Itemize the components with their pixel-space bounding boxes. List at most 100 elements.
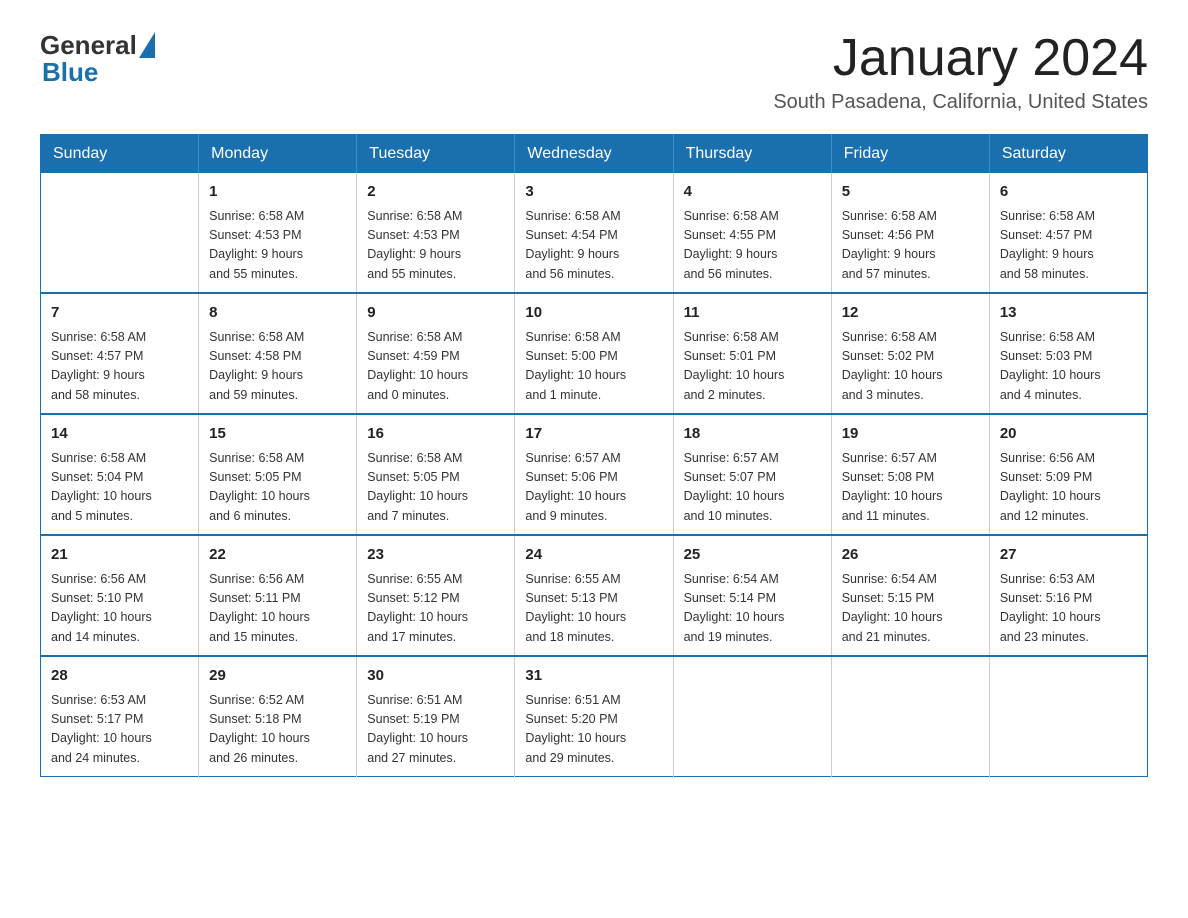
day-number: 8 <box>209 302 346 325</box>
weekday-header-friday: Friday <box>831 135 989 174</box>
calendar-week-row: 21Sunrise: 6:56 AM Sunset: 5:10 PM Dayli… <box>41 535 1148 656</box>
day-info: Sunrise: 6:58 AM Sunset: 5:03 PM Dayligh… <box>1000 328 1137 406</box>
weekday-header-tuesday: Tuesday <box>357 135 515 174</box>
weekday-header-wednesday: Wednesday <box>515 135 673 174</box>
day-info: Sunrise: 6:56 AM Sunset: 5:09 PM Dayligh… <box>1000 449 1137 527</box>
calendar-day-2: 2 Sunrise: 6:58 AM Sunset: 4:53 PM Daylig… <box>357 173 515 293</box>
day-info: Sunrise: 6:58 AM Sunset: 4:53 PM Dayligh… <box>209 207 346 285</box>
weekday-header-sunday: Sunday <box>41 135 199 174</box>
calendar-day-7: 7 Sunrise: 6:58 AM Sunset: 4:57 PM Daylig… <box>41 293 199 414</box>
logo-blue-text: Blue <box>42 57 98 88</box>
day-number: 28 <box>51 665 188 688</box>
day-number: 9 <box>367 302 504 325</box>
day-info: Sunrise: 6:58 AM Sunset: 5:02 PM Dayligh… <box>842 328 979 406</box>
day-info: Sunrise: 6:55 AM Sunset: 5:13 PM Dayligh… <box>525 570 662 648</box>
calendar-day-17: 17 Sunrise: 6:57 AM Sunset: 5:06 PM Dayli… <box>515 414 673 535</box>
calendar-day-12: 12Sunrise: 6:58 AM Sunset: 5:02 PM Dayli… <box>831 293 989 414</box>
day-number: 30 <box>367 665 504 688</box>
day-number: 3 <box>525 181 662 204</box>
day-info: Sunrise: 6:55 AM Sunset: 5:12 PM Dayligh… <box>367 570 504 648</box>
day-info: Sunrise: 6:58 AM Sunset: 4:58 PM Dayligh… <box>209 328 346 406</box>
day-number: 10 <box>525 302 662 325</box>
day-info: Sunrise: 6:57 AM Sunset: 5:06 PM Dayligh… <box>525 449 662 527</box>
day-info: Sunrise: 6:51 AM Sunset: 5:19 PM Dayligh… <box>367 691 504 769</box>
day-info: Sunrise: 6:52 AM Sunset: 5:18 PM Dayligh… <box>209 691 346 769</box>
calendar-day-27: 27 Sunrise: 6:53 AM Sunset: 5:16 PM Dayli… <box>989 535 1147 656</box>
day-info: Sunrise: 6:57 AM Sunset: 5:07 PM Dayligh… <box>684 449 821 527</box>
calendar-empty-cell <box>41 173 199 293</box>
calendar-day-11: 11 Sunrise: 6:58 AM Sunset: 5:01 PM Dayli… <box>673 293 831 414</box>
page-header: General Blue January 2024 South Pasadena… <box>40 30 1148 114</box>
calendar-empty-cell <box>831 656 989 777</box>
calendar-week-row: 14Sunrise: 6:58 AM Sunset: 5:04 PM Dayli… <box>41 414 1148 535</box>
calendar-empty-cell <box>989 656 1147 777</box>
day-info: Sunrise: 6:58 AM Sunset: 4:57 PM Dayligh… <box>1000 207 1137 285</box>
day-number: 2 <box>367 181 504 204</box>
calendar-day-23: 23 Sunrise: 6:55 AM Sunset: 5:12 PM Dayli… <box>357 535 515 656</box>
calendar-day-5: 5 Sunrise: 6:58 AM Sunset: 4:56 PM Daylig… <box>831 173 989 293</box>
calendar-day-19: 19 Sunrise: 6:57 AM Sunset: 5:08 PM Dayli… <box>831 414 989 535</box>
day-number: 19 <box>842 423 979 446</box>
day-info: Sunrise: 6:58 AM Sunset: 5:00 PM Dayligh… <box>525 328 662 406</box>
logo: General Blue <box>40 30 155 88</box>
calendar-day-20: 20 Sunrise: 6:56 AM Sunset: 5:09 PM Dayli… <box>989 414 1147 535</box>
calendar-day-25: 25Sunrise: 6:54 AM Sunset: 5:14 PM Dayli… <box>673 535 831 656</box>
day-info: Sunrise: 6:53 AM Sunset: 5:17 PM Dayligh… <box>51 691 188 769</box>
day-info: Sunrise: 6:58 AM Sunset: 4:56 PM Dayligh… <box>842 207 979 285</box>
day-number: 18 <box>684 423 821 446</box>
day-info: Sunrise: 6:58 AM Sunset: 4:53 PM Dayligh… <box>367 207 504 285</box>
day-number: 16 <box>367 423 504 446</box>
day-number: 4 <box>684 181 821 204</box>
weekday-header-thursday: Thursday <box>673 135 831 174</box>
day-info: Sunrise: 6:51 AM Sunset: 5:20 PM Dayligh… <box>525 691 662 769</box>
day-info: Sunrise: 6:58 AM Sunset: 4:57 PM Dayligh… <box>51 328 188 406</box>
day-number: 22 <box>209 544 346 567</box>
calendar-day-31: 31 Sunrise: 6:51 AM Sunset: 5:20 PM Dayli… <box>515 656 673 777</box>
day-number: 31 <box>525 665 662 688</box>
day-number: 11 <box>684 302 821 325</box>
day-number: 7 <box>51 302 188 325</box>
calendar-day-26: 26 Sunrise: 6:54 AM Sunset: 5:15 PM Dayli… <box>831 535 989 656</box>
calendar-subtitle: South Pasadena, California, United State… <box>773 91 1148 114</box>
day-info: Sunrise: 6:54 AM Sunset: 5:15 PM Dayligh… <box>842 570 979 648</box>
calendar-week-row: 7 Sunrise: 6:58 AM Sunset: 4:57 PM Daylig… <box>41 293 1148 414</box>
calendar-day-15: 15Sunrise: 6:58 AM Sunset: 5:05 PM Dayli… <box>199 414 357 535</box>
calendar-day-13: 13 Sunrise: 6:58 AM Sunset: 5:03 PM Dayli… <box>989 293 1147 414</box>
weekday-header-row: SundayMondayTuesdayWednesdayThursdayFrid… <box>41 135 1148 174</box>
day-info: Sunrise: 6:58 AM Sunset: 4:55 PM Dayligh… <box>684 207 821 285</box>
day-number: 20 <box>1000 423 1137 446</box>
calendar-day-1: 1 Sunrise: 6:58 AM Sunset: 4:53 PM Daylig… <box>199 173 357 293</box>
title-section: January 2024 South Pasadena, California,… <box>773 30 1148 114</box>
day-number: 25 <box>684 544 821 567</box>
calendar-day-4: 4 Sunrise: 6:58 AM Sunset: 4:55 PM Daylig… <box>673 173 831 293</box>
calendar-day-21: 21Sunrise: 6:56 AM Sunset: 5:10 PM Dayli… <box>41 535 199 656</box>
day-number: 26 <box>842 544 979 567</box>
day-number: 13 <box>1000 302 1137 325</box>
calendar-table: SundayMondayTuesdayWednesdayThursdayFrid… <box>40 134 1148 777</box>
calendar-day-10: 10 Sunrise: 6:58 AM Sunset: 5:00 PM Dayli… <box>515 293 673 414</box>
calendar-day-3: 3 Sunrise: 6:58 AM Sunset: 4:54 PM Daylig… <box>515 173 673 293</box>
day-info: Sunrise: 6:56 AM Sunset: 5:11 PM Dayligh… <box>209 570 346 648</box>
day-number: 1 <box>209 181 346 204</box>
day-number: 23 <box>367 544 504 567</box>
day-number: 29 <box>209 665 346 688</box>
day-number: 17 <box>525 423 662 446</box>
day-number: 5 <box>842 181 979 204</box>
calendar-day-6: 6Sunrise: 6:58 AM Sunset: 4:57 PM Daylig… <box>989 173 1147 293</box>
calendar-week-row: 1 Sunrise: 6:58 AM Sunset: 4:53 PM Daylig… <box>41 173 1148 293</box>
day-info: Sunrise: 6:57 AM Sunset: 5:08 PM Dayligh… <box>842 449 979 527</box>
day-info: Sunrise: 6:58 AM Sunset: 4:54 PM Dayligh… <box>525 207 662 285</box>
calendar-day-14: 14Sunrise: 6:58 AM Sunset: 5:04 PM Dayli… <box>41 414 199 535</box>
calendar-day-16: 16Sunrise: 6:58 AM Sunset: 5:05 PM Dayli… <box>357 414 515 535</box>
day-info: Sunrise: 6:58 AM Sunset: 5:01 PM Dayligh… <box>684 328 821 406</box>
calendar-day-18: 18 Sunrise: 6:57 AM Sunset: 5:07 PM Dayli… <box>673 414 831 535</box>
calendar-day-9: 9Sunrise: 6:58 AM Sunset: 4:59 PM Daylig… <box>357 293 515 414</box>
day-number: 14 <box>51 423 188 446</box>
weekday-header-saturday: Saturday <box>989 135 1147 174</box>
day-number: 15 <box>209 423 346 446</box>
calendar-week-row: 28 Sunrise: 6:53 AM Sunset: 5:17 PM Dayli… <box>41 656 1148 777</box>
day-info: Sunrise: 6:53 AM Sunset: 5:16 PM Dayligh… <box>1000 570 1137 648</box>
calendar-empty-cell <box>673 656 831 777</box>
day-number: 27 <box>1000 544 1137 567</box>
day-info: Sunrise: 6:56 AM Sunset: 5:10 PM Dayligh… <box>51 570 188 648</box>
